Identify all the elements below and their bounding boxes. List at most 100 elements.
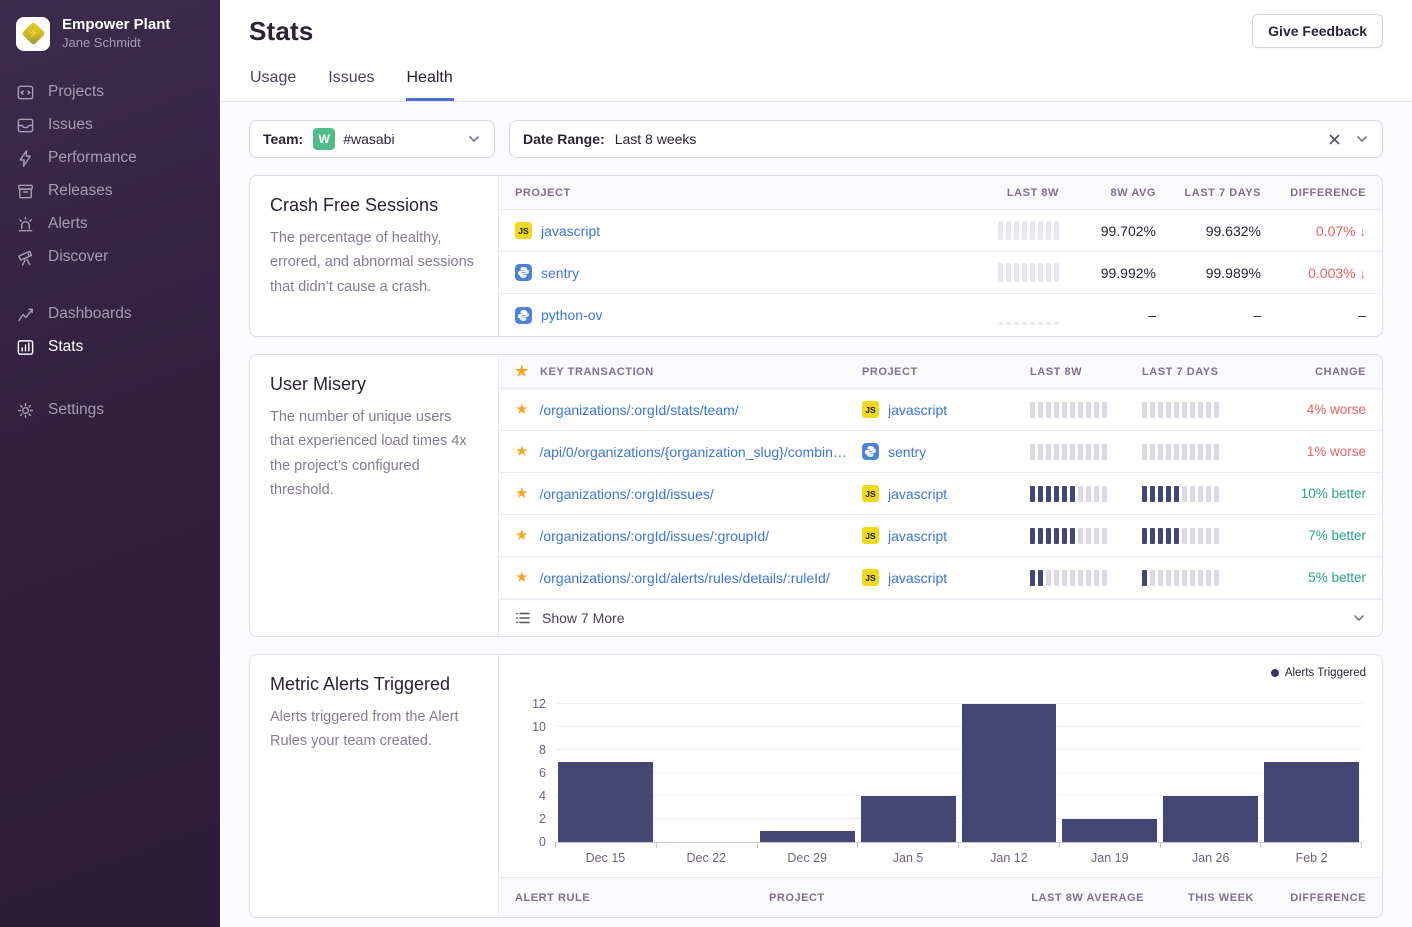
star-icon[interactable]: ★ [515, 528, 528, 543]
nav-divider [0, 274, 220, 298]
sidebar-item-alerts[interactable]: Alerts [0, 208, 220, 241]
star-icon[interactable]: ★ [515, 486, 528, 501]
transaction-link[interactable]: /organizations/:orgId/alerts/rules/detai… [539, 570, 829, 586]
project-link[interactable]: python-ov [541, 307, 602, 323]
date-range-label: Date Range: [523, 131, 605, 147]
stats-tabs: Usage Issues Health [249, 69, 1383, 101]
chevron-down-icon[interactable] [1352, 611, 1366, 625]
legend-dot-icon [1271, 669, 1279, 677]
table-row: ★ /organizations/:orgId/alerts/rules/deta… [499, 557, 1382, 599]
tab-health[interactable]: Health [406, 69, 454, 101]
difference-value: 0.003% ↓ [1261, 265, 1366, 281]
project-link[interactable]: javascript [888, 402, 947, 418]
transaction-link[interactable]: /api/0/organizations/{organization_slug}… [539, 444, 848, 460]
table-row: ★/organizations/:orgId/issues/:groupId/ … [499, 515, 1382, 557]
transaction-link[interactable]: /organizations/:orgId/stats/team/ [539, 402, 738, 418]
table-row: sentry 99.992% 99.989% 0.003% ↓ [499, 252, 1382, 294]
sidebar-item-projects[interactable]: Projects [0, 76, 220, 109]
transaction-link[interactable]: /organizations/:orgId/issues/ [539, 486, 713, 502]
change-value: 5% better [1254, 570, 1366, 585]
star-icon[interactable]: ★ [515, 402, 528, 417]
score-bar [1030, 486, 1142, 502]
difference-value: – [1261, 307, 1366, 323]
date-range-select[interactable]: Date Range: Last 8 weeks [509, 120, 1383, 158]
difference-value: 0.07% ↓ [1261, 223, 1366, 239]
tab-usage[interactable]: Usage [249, 69, 297, 101]
panel-description: User Misery The number of unique users t… [250, 355, 499, 636]
sidebar: ⚡ Empower Plant Jane Schmidt Projects Is… [0, 0, 220, 927]
date-range-value: Last 8 weeks [615, 131, 697, 147]
user-misery-panel: User Misery The number of unique users t… [249, 354, 1383, 637]
team-select[interactable]: Team: W #wasabi [249, 120, 495, 158]
column-header: PROJECT [515, 187, 959, 199]
down-arrow-icon: ↓ [1360, 224, 1367, 239]
change-value: 4% worse [1254, 402, 1366, 417]
sidebar-item-issues[interactable]: Issues [0, 109, 220, 142]
project-link[interactable]: javascript [888, 486, 947, 502]
sidebar-item-dashboards[interactable]: Dashboards [0, 298, 220, 331]
sidebar-item-label: Discover [48, 248, 108, 266]
project-link[interactable]: javascript [541, 223, 600, 239]
x-axis-labels: Dec 15Dec 22Dec 29Jan 5Jan 12Jan 19Jan 2… [555, 851, 1362, 865]
score-bar [1142, 402, 1254, 418]
sidebar-item-settings[interactable]: Settings [0, 394, 220, 427]
empower-plant-logo-icon: ⚡ [21, 22, 45, 46]
star-icon[interactable]: ★ [515, 444, 528, 459]
sidebar-item-label: Settings [48, 401, 104, 419]
legend-label: Alerts Triggered [1285, 667, 1366, 679]
project-link[interactable]: javascript [888, 570, 947, 586]
panel-title: Metric Alerts Triggered [270, 674, 478, 695]
crash-free-table: PROJECT LAST 8W 8W AVG LAST 7 DAYS DIFFE… [499, 176, 1382, 336]
team-select-label: Team: [263, 131, 303, 147]
sidebar-item-performance[interactable]: Performance [0, 142, 220, 175]
give-feedback-button[interactable]: Give Feedback [1252, 14, 1383, 48]
sidebar-item-discover[interactable]: Discover [0, 241, 220, 274]
javascript-icon: JS [862, 401, 879, 418]
sidebar-item-label: Alerts [48, 215, 88, 233]
sidebar-item-releases[interactable]: Releases [0, 175, 220, 208]
project-link[interactable]: javascript [888, 528, 947, 544]
metric-alerts-panel: Metric Alerts Triggered Alerts triggered… [249, 654, 1383, 918]
score-bar [1142, 444, 1254, 460]
javascript-icon: JS [862, 569, 879, 586]
clear-icon[interactable] [1328, 133, 1341, 146]
last7-value: 99.989% [1156, 265, 1261, 281]
content-area: Team: W #wasabi Date Range: Last 8 weeks… [220, 102, 1412, 927]
project-link[interactable]: sentry [888, 444, 926, 460]
star-icon: ★ [515, 364, 529, 379]
score-bar [1142, 570, 1254, 586]
javascript-icon: JS [515, 222, 532, 239]
column-header: LAST 8W [1030, 366, 1142, 378]
page-header: Stats Give Feedback Usage Issues Health [220, 0, 1412, 102]
metric-alerts-chart-section: Alerts Triggered 024681012 Dec 15Dec 22D… [499, 655, 1382, 917]
panel-text: The percentage of healthy, errored, and … [270, 226, 478, 299]
sparkline [998, 221, 1059, 240]
show-more-button[interactable]: Show 7 More [499, 599, 1382, 636]
chart-legend[interactable]: Alerts Triggered [1271, 667, 1366, 679]
sidebar-item-stats[interactable]: Stats [0, 331, 220, 364]
avg-value: – [1059, 307, 1156, 323]
org-switcher[interactable]: ⚡ Empower Plant Jane Schmidt [0, 0, 220, 76]
crash-free-sessions-panel: Crash Free Sessions The percentage of he… [249, 175, 1383, 337]
issues-icon [16, 116, 35, 135]
column-header: PROJECT [769, 892, 979, 904]
table-row: ★ /organizations/:orgId/issues/ JS javascr… [499, 473, 1382, 515]
transaction-link[interactable]: /organizations/:orgId/issues/:groupId/ [539, 528, 769, 544]
primary-nav: Projects Issues Performance Releases Ale… [0, 76, 220, 427]
team-avatar: W [313, 128, 335, 150]
list-icon [515, 610, 531, 626]
table-row: ★ /api/0/organizations/{organization_slug… [499, 431, 1382, 473]
javascript-icon: JS [862, 485, 879, 502]
column-header: ALERT RULE [515, 892, 769, 904]
performance-icon [16, 149, 35, 168]
column-header: PROJECT [862, 366, 1030, 378]
sidebar-item-label: Performance [48, 149, 137, 167]
sidebar-item-label: Projects [48, 83, 104, 101]
column-header: LAST 7 DAYS [1142, 366, 1254, 378]
python-icon [515, 264, 532, 281]
project-link[interactable]: sentry [541, 265, 579, 281]
star-icon[interactable]: ★ [515, 570, 528, 585]
sidebar-item-label: Releases [48, 182, 113, 200]
table-header: PROJECT LAST 8W 8W AVG LAST 7 DAYS DIFFE… [499, 176, 1382, 210]
tab-issues[interactable]: Issues [327, 69, 375, 101]
